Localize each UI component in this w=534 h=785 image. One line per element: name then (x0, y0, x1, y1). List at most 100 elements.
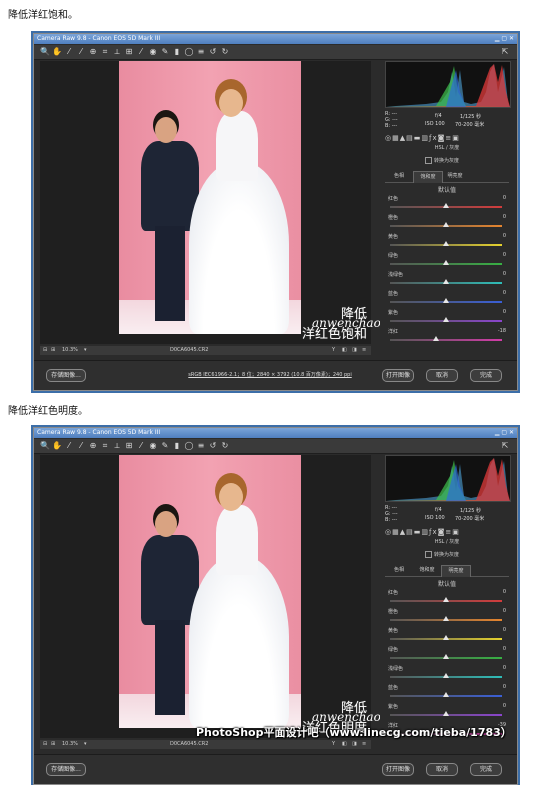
slider-thumb[interactable] (443, 260, 449, 265)
effects-icon[interactable]: ƒx (429, 528, 438, 536)
fullscreen-icon[interactable]: ⇱ (500, 440, 510, 451)
zoom-level[interactable]: 10.3% (62, 346, 78, 355)
lens-corrections-icon[interactable]: ▥ (421, 528, 429, 536)
preferences-icon[interactable]: ≡ (196, 46, 206, 57)
tab-luminance[interactable]: 明亮度 (441, 171, 469, 182)
zoom-out-icon[interactable]: ⊟ (43, 346, 47, 355)
straighten-icon[interactable]: ⟂ (112, 46, 122, 57)
snapshots-icon[interactable]: ▣ (452, 528, 460, 536)
slider-value[interactable]: 0 (503, 290, 506, 296)
radial-filter-icon[interactable]: ◯ (184, 440, 194, 451)
rotate-right-icon[interactable]: ↻ (220, 46, 230, 57)
swap-settings-icon[interactable]: ◨ (352, 346, 357, 355)
zoom-level[interactable]: 10.3% (62, 740, 78, 749)
tab-luminance[interactable]: 明亮度 (441, 565, 471, 577)
slider-value[interactable]: 0 (503, 195, 506, 201)
slider-thumb[interactable] (443, 279, 449, 284)
grayscale-checkbox[interactable]: 转换为灰度 (425, 157, 459, 164)
image-canvas[interactable]: 降低 洋红色饱和 (40, 61, 371, 344)
preferences-icon[interactable]: ≡ (196, 440, 206, 451)
straighten-icon[interactable]: ⟂ (112, 440, 122, 451)
slider-thumb[interactable] (443, 203, 449, 208)
before-after-icon[interactable]: ◧ (342, 740, 347, 749)
hsl-panel-icon[interactable]: ▤ (406, 528, 414, 536)
slider-value[interactable]: 0 (503, 309, 506, 315)
radial-filter-icon[interactable]: ◯ (184, 46, 194, 57)
default-link[interactable]: 默认值 (385, 185, 509, 194)
slider-value[interactable]: -18 (498, 328, 506, 334)
save-image-button[interactable]: 存储图像... (46, 369, 86, 382)
cancel-button[interactable]: 取消 (426, 369, 458, 382)
window-controls[interactable]: ▁ ▢ ✕ (495, 34, 514, 44)
slider-value[interactable]: 0 (503, 252, 506, 258)
tab-saturation[interactable]: 饱和度 (413, 171, 443, 183)
rotate-left-icon[interactable]: ↺ (208, 46, 218, 57)
view-toggle-icon[interactable]: Y (332, 346, 335, 355)
zoom-tool-icon[interactable]: 🔍 (40, 46, 50, 57)
image-canvas[interactable]: 降低 洋红色明度 (40, 455, 371, 738)
swap-settings-icon[interactable]: ◨ (352, 740, 357, 749)
hand-tool-icon[interactable]: ✋ (52, 46, 62, 57)
tab-hue[interactable]: 色相 (385, 171, 413, 182)
effects-icon[interactable]: ƒx (429, 134, 438, 142)
spot-removal-icon[interactable]: ⁄ (136, 46, 146, 57)
slider-value[interactable]: 0 (503, 608, 506, 614)
slider-value[interactable]: 0 (503, 233, 506, 239)
slider-track[interactable] (390, 339, 502, 341)
cancel-button[interactable]: 取消 (426, 763, 458, 776)
slider-thumb[interactable] (443, 616, 449, 621)
white-balance-icon[interactable]: ⁄ (64, 46, 74, 57)
done-button[interactable]: 完成 (470, 763, 502, 776)
zoom-dropdown-icon[interactable]: ▾ (84, 740, 87, 749)
view-toggle-icon[interactable]: Y (332, 740, 335, 749)
graduated-filter-icon[interactable]: ▮ (172, 440, 182, 451)
preview-prefs-icon[interactable]: ≡ (362, 740, 366, 749)
zoom-in-icon[interactable]: ⊞ (51, 346, 55, 355)
slider-value[interactable]: 0 (503, 627, 506, 633)
slider-thumb[interactable] (432, 336, 439, 341)
transform-icon[interactable]: ⊞ (124, 440, 134, 451)
color-sampler-icon[interactable]: ⁄ (76, 440, 86, 451)
slider-value[interactable]: 0 (503, 214, 506, 220)
crop-tool-icon[interactable]: ⌗ (100, 46, 110, 57)
tab-saturation[interactable]: 饱和度 (413, 565, 441, 576)
slider-thumb[interactable] (443, 711, 449, 716)
snapshots-icon[interactable]: ▣ (452, 134, 460, 142)
window-controls[interactable]: ▁ ▢ ✕ (495, 428, 514, 438)
rotate-left-icon[interactable]: ↺ (208, 440, 218, 451)
before-after-icon[interactable]: ◧ (342, 346, 347, 355)
workflow-options-link[interactable]: sRGB IEC61966-2.1；8 位；2840 × 3792 (10.8 … (171, 371, 369, 378)
adjust-brush-icon[interactable]: ✎ (160, 440, 170, 451)
panel-tabs[interactable]: ◎▦▲▤▬▥ƒx◙≡▣ (385, 134, 509, 143)
hand-tool-icon[interactable]: ✋ (52, 440, 62, 451)
open-image-button[interactable]: 打开图像 (382, 763, 414, 776)
red-eye-icon[interactable]: ◉ (148, 440, 158, 451)
zoom-in-icon[interactable]: ⊞ (51, 740, 55, 749)
save-image-button[interactable]: 存储图像... (46, 763, 86, 776)
slider-value[interactable]: 0 (503, 703, 506, 709)
zoom-dropdown-icon[interactable]: ▾ (84, 346, 87, 355)
slider-thumb[interactable] (443, 635, 449, 640)
slider-thumb[interactable] (443, 654, 449, 659)
slider-value[interactable]: 0 (503, 665, 506, 671)
red-eye-icon[interactable]: ◉ (148, 46, 158, 57)
color-sampler-icon[interactable]: ⁄ (76, 46, 86, 57)
hsl-panel-icon[interactable]: ▤ (406, 134, 414, 142)
slider-thumb[interactable] (443, 673, 449, 678)
default-link[interactable]: 默认值 (385, 579, 509, 588)
transform-icon[interactable]: ⊞ (124, 46, 134, 57)
zoom-tool-icon[interactable]: 🔍 (40, 440, 50, 451)
slider-thumb[interactable] (443, 298, 449, 303)
target-adjust-icon[interactable]: ⊕ (88, 46, 98, 57)
rotate-right-icon[interactable]: ↻ (220, 440, 230, 451)
done-button[interactable]: 完成 (470, 369, 502, 382)
lens-corrections-icon[interactable]: ▥ (421, 134, 429, 142)
tone-curve-icon[interactable]: ▦ (392, 134, 400, 142)
zoom-out-icon[interactable]: ⊟ (43, 740, 47, 749)
target-adjust-icon[interactable]: ⊕ (88, 440, 98, 451)
open-image-button[interactable]: 打开图像 (382, 369, 414, 382)
white-balance-icon[interactable]: ⁄ (64, 440, 74, 451)
slider-thumb[interactable] (443, 692, 449, 697)
graduated-filter-icon[interactable]: ▮ (172, 46, 182, 57)
slider-value[interactable]: 0 (503, 271, 506, 277)
